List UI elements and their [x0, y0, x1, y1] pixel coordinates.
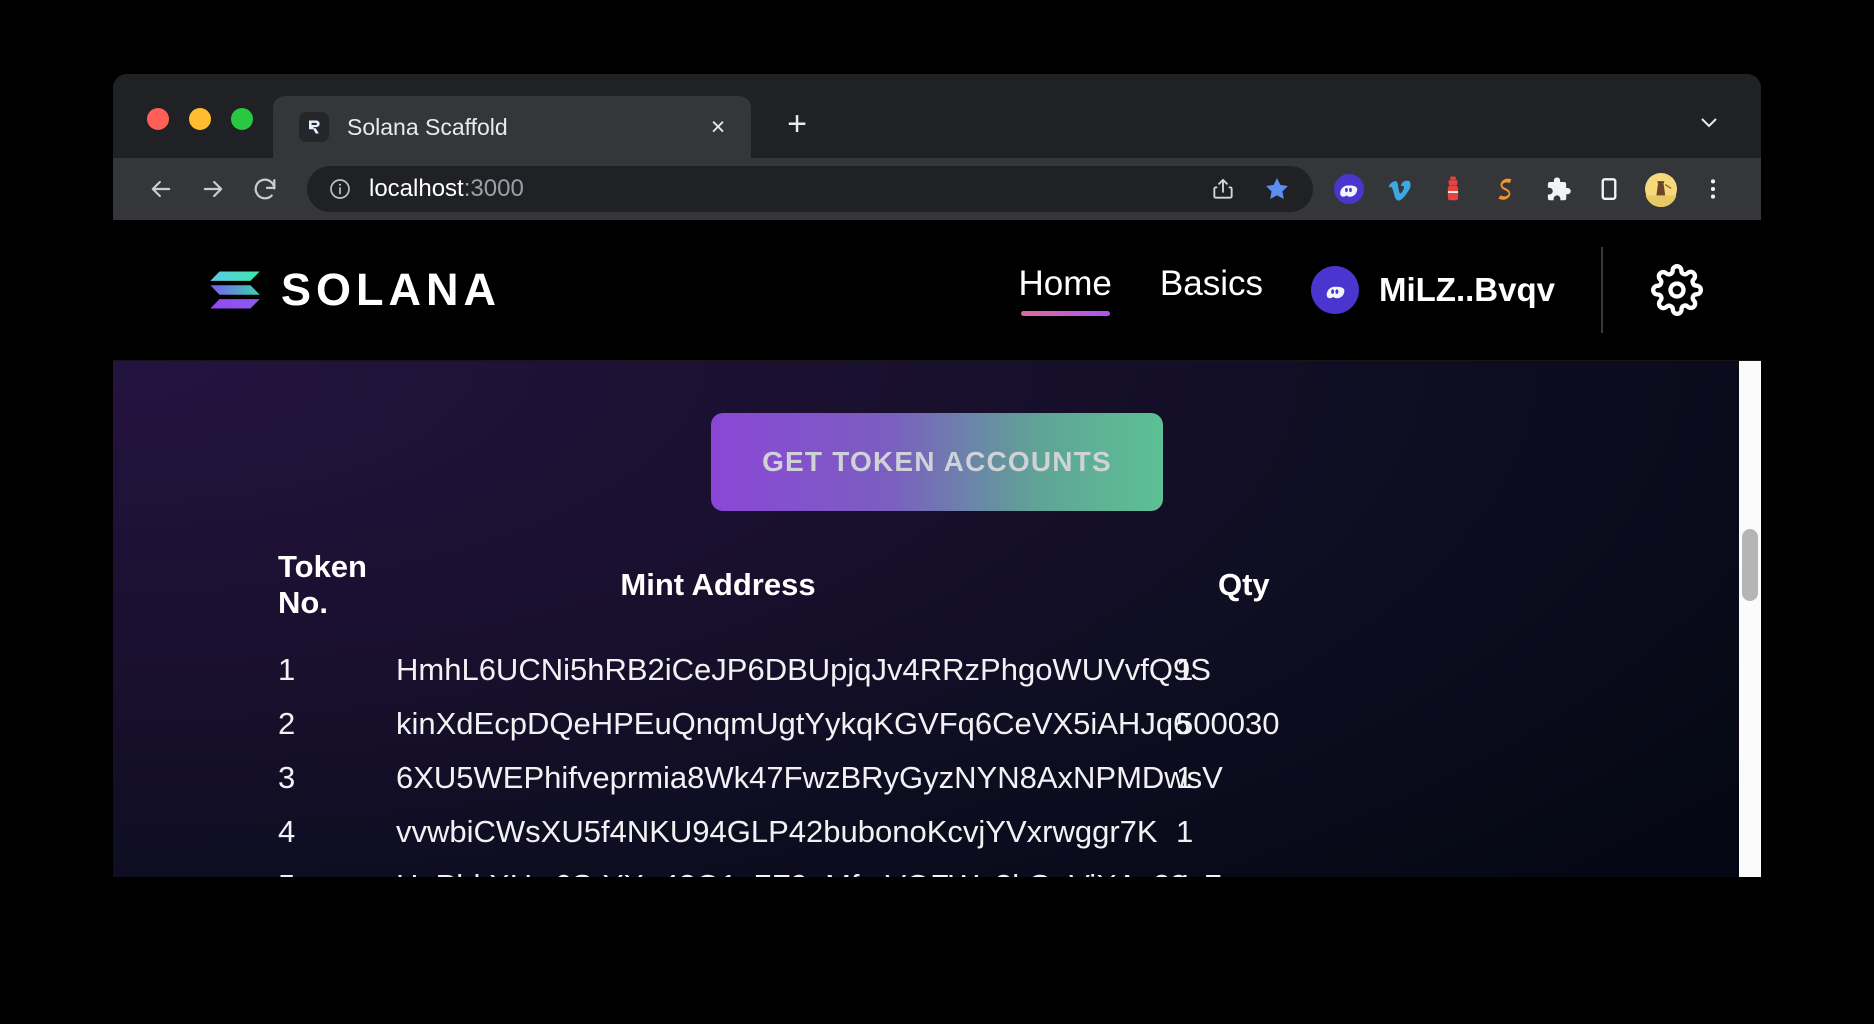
orange-s-icon[interactable] — [1483, 167, 1527, 211]
table-row: 5 HaPbkXHw6SrYXp42Q1a7F9gMfmVQFWo3kGaViX… — [113, 859, 1761, 877]
site-navbar: SOLANA Home Basics MiLZ..Bvqv — [113, 220, 1761, 361]
cell-token-no: 3 — [278, 760, 296, 795]
cell-qty: 1 — [1176, 652, 1194, 687]
gear-icon[interactable] — [1649, 262, 1705, 318]
extensions-row — [1327, 167, 1735, 211]
url-port: :3000 — [463, 175, 524, 202]
window-maximize-button[interactable] — [231, 108, 253, 130]
solana-wordmark: SOLANA — [281, 264, 501, 315]
back-arrow-icon[interactable] — [135, 163, 187, 215]
share-icon[interactable] — [1201, 167, 1245, 211]
main-content: GET TOKEN ACCOUNTS Token No. Mint Addres… — [113, 361, 1761, 877]
content-inner: GET TOKEN ACCOUNTS Token No. Mint Addres… — [113, 361, 1761, 877]
three-dot-menu-icon[interactable] — [1691, 167, 1735, 211]
phantom-wallet-icon[interactable] — [1327, 167, 1371, 211]
table-body: 1 HmhL6UCNi5hRB2iCeJP6DBUpjqJv4RRzPhgoWU… — [113, 643, 1761, 877]
column-header-token-no: Token No. — [278, 549, 367, 620]
table-row: 3 6XU5WEPhifveprmia8Wk47FwzBRyGyzNYN8AxN… — [113, 751, 1761, 805]
nav-link-basics[interactable]: Basics — [1160, 264, 1263, 316]
table-row: 2 kinXdEcpDQeHPEuQnqmUgtYykqKGVFq6CeVX5i… — [113, 697, 1761, 751]
bookmark-star-icon[interactable] — [1255, 167, 1299, 211]
page-viewport: SOLANA Home Basics MiLZ..Bvqv GET TOKEN … — [113, 220, 1761, 877]
new-tab-button[interactable]: + — [777, 104, 817, 144]
table-head: Token No. Mint Address Qty — [113, 549, 1761, 643]
column-header-qty: Qty — [1218, 567, 1270, 602]
cell-token-no: 5 — [113, 859, 295, 877]
cell-token-no: 2 — [278, 706, 296, 741]
address-bar[interactable]: localhost:3000 — [307, 166, 1313, 212]
tab-strip: Solana Scaffold × + — [113, 74, 1761, 158]
page-scrollbar[interactable] — [1739, 361, 1761, 877]
close-icon[interactable]: × — [703, 112, 733, 142]
cell-qty: 1 — [1158, 859, 1761, 877]
forward-arrow-icon[interactable] — [187, 163, 239, 215]
cell-qty: 1 — [1176, 760, 1194, 795]
column-header-mint-address: Mint Address — [620, 567, 816, 602]
wallet-address: MiLZ..Bvqv — [1378, 271, 1555, 308]
profile-avatar-icon[interactable] — [1639, 167, 1683, 211]
table-row: 1 HmhL6UCNi5hRB2iCeJP6DBUpjqJv4RRzPhgoWU… — [113, 643, 1761, 697]
window-traffic-lights — [113, 108, 253, 158]
nav-link-home[interactable]: Home — [1019, 264, 1112, 316]
cell-qty: 500030 — [1176, 706, 1280, 741]
phantom-ghost-icon — [1310, 266, 1359, 314]
vimeo-icon[interactable] — [1379, 167, 1423, 211]
table-header-row: Token No. Mint Address Qty — [113, 549, 1761, 643]
cell-mint-address: HmhL6UCNi5hRB2iCeJP6DBUpjqJv4RRzPhgoWUVv… — [396, 652, 1211, 687]
cell-qty: 1 — [1176, 814, 1194, 849]
chevron-down-icon[interactable] — [1689, 102, 1729, 142]
cell-token-no: 4 — [278, 814, 296, 849]
tab-title: Solana Scaffold — [347, 113, 508, 140]
omnibox-actions — [1201, 167, 1305, 211]
url-host: localhost — [369, 175, 464, 202]
window-close-button[interactable] — [147, 108, 169, 130]
reload-icon[interactable] — [239, 163, 291, 215]
table-row: 4 vvwbiCWsXU5f4NKU94GLP42bubonoKcvjYVxrw… — [113, 805, 1761, 859]
cell-mint-address: 6XU5WEPhifveprmia8Wk47FwzBRyGyzNYN8AxNPM… — [396, 760, 1223, 795]
wallet-button[interactable]: MiLZ..Bvqv — [1310, 266, 1555, 314]
url-text[interactable]: localhost:3000 — [369, 175, 1185, 203]
red-bottle-icon[interactable] — [1431, 167, 1475, 211]
site-nav-links: Home Basics — [1019, 264, 1263, 316]
token-accounts-table: Token No. Mint Address Qty 1 HmhL6UCNi5h… — [113, 549, 1761, 877]
browser-window: Solana Scaffold × + localhost:3000 SOLAN… — [113, 74, 1761, 877]
page-scrollbar-thumb[interactable] — [1742, 529, 1758, 601]
brand-logo[interactable]: SOLANA — [209, 264, 501, 316]
puzzle-piece-icon[interactable] — [1535, 167, 1579, 211]
cell-mint-address: HaPbkXHw6SrYXp42Q1a7F9gMfmVQFWo3kGaViXAx… — [278, 859, 1222, 877]
get-token-accounts-button[interactable]: GET TOKEN ACCOUNTS — [711, 413, 1163, 511]
browser-tab[interactable]: Solana Scaffold × — [273, 96, 751, 158]
info-circle-icon[interactable] — [327, 176, 353, 202]
browser-toolbar: localhost:3000 — [113, 158, 1761, 220]
cell-mint-address: vvwbiCWsXU5f4NKU94GLP42bubonoKcvjYVxrwgg… — [396, 814, 1158, 849]
cell-mint-address: kinXdEcpDQeHPEuQnqmUgtYykqKGVFq6CeVX5iAH… — [396, 706, 1191, 741]
r-letter-icon — [299, 112, 329, 142]
nav-divider — [1601, 247, 1603, 333]
cell-token-no: 1 — [278, 652, 296, 687]
window-minimize-button[interactable] — [189, 108, 211, 130]
side-panel-icon[interactable] — [1587, 167, 1631, 211]
solana-logo-icon — [209, 269, 261, 311]
